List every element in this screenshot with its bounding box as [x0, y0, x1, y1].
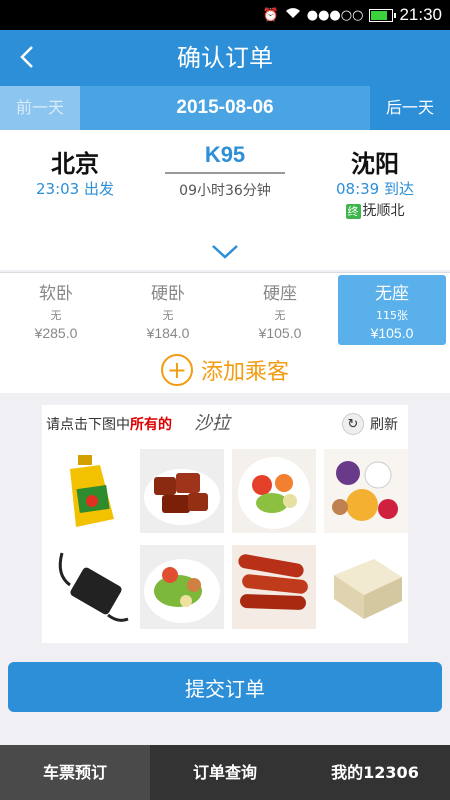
seat-price: ¥184.0: [146, 325, 190, 341]
captcha-image-power-adapter[interactable]: [48, 545, 132, 629]
alarm-icon: ⏰: [262, 7, 279, 23]
seat-name: 无座: [375, 284, 409, 304]
seat-option[interactable]: 硬卧 无 ¥184.0: [114, 275, 222, 345]
to-station: 沈阳: [351, 150, 399, 178]
title-bar: 确认订单: [0, 30, 450, 86]
travel-duration: 09小时36分钟: [179, 183, 271, 199]
date-bar: 前一天 2015-08-06 后一天: [0, 86, 450, 130]
captcha-prompt: 请点击下图中所有的: [46, 417, 172, 433]
captcha-panel: 请点击下图中所有的 沙拉 ↻ 刷新: [42, 405, 408, 643]
terminal-name: 抚顺北: [362, 203, 405, 219]
terminal-badge: 终: [345, 203, 361, 219]
clock: 21:30: [399, 5, 442, 24]
seat-types: 软卧 无 ¥285.0 硬卧 无 ¥184.0 硬座 无 ¥105.0 无座 1…: [0, 272, 450, 348]
captcha-image-fruit-dessert[interactable]: [324, 449, 408, 533]
seat-name: 硬卧: [151, 284, 185, 304]
captcha-header: 请点击下图中所有的 沙拉 ↻ 刷新: [42, 405, 408, 441]
captcha-image-oil-bottle[interactable]: [48, 449, 132, 533]
seat-availability: 115张: [376, 309, 408, 322]
battery-icon: [369, 8, 397, 22]
chevron-down-icon[interactable]: [210, 242, 240, 262]
from-station: 北京: [51, 150, 99, 178]
plus-circle-icon: +: [160, 354, 193, 386]
seat-price: ¥285.0: [34, 325, 78, 341]
seat-availability: 无: [274, 309, 286, 322]
refresh-icon: ↻: [342, 413, 364, 435]
train-number: K95: [204, 142, 246, 167]
tab-order-query[interactable]: 订单查询: [150, 745, 300, 800]
seat-name: 软卧: [39, 284, 73, 304]
arrive-time: 08:39 到达: [336, 180, 414, 198]
seat-availability: 无: [50, 309, 62, 322]
wifi-icon: [285, 7, 301, 23]
captcha-image-grid: [46, 445, 408, 641]
bottom-tab-bar: 车票预订 订单查询 我的12306: [0, 745, 450, 800]
captcha-target-word: 沙拉: [194, 413, 230, 434]
captcha-image-braised-pork[interactable]: [140, 449, 224, 533]
captcha-image-sausages[interactable]: [232, 545, 316, 629]
captcha-image-salad-bowl[interactable]: [232, 449, 316, 533]
seat-option[interactable]: 硬座 无 ¥105.0: [226, 275, 334, 345]
prev-day-button[interactable]: 前一天: [0, 86, 80, 130]
seat-name: 硬座: [263, 284, 297, 304]
status-bar: ⏰ ●●●○○ 21:30: [0, 0, 450, 30]
refresh-label: 刷新: [370, 417, 398, 433]
add-passenger-button[interactable]: + 添加乘客: [0, 347, 450, 393]
seat-option-selected[interactable]: 无座 115张 ¥105.0: [338, 275, 446, 345]
captcha-image-tofu[interactable]: [324, 545, 408, 629]
seat-availability: 无: [162, 309, 174, 322]
captcha-image-salad-plate[interactable]: [140, 545, 224, 629]
captcha-refresh-button[interactable]: ↻ 刷新: [342, 413, 398, 435]
seat-price: ¥105.0: [258, 325, 302, 341]
next-day-button[interactable]: 后一天: [370, 86, 450, 130]
tab-my-12306[interactable]: 我的12306: [300, 745, 450, 800]
add-passenger-label: 添加乘客: [200, 360, 289, 385]
tab-ticket-booking[interactable]: 车票预订: [0, 745, 150, 800]
route-line: [165, 172, 285, 174]
seat-option[interactable]: 软卧 无 ¥285.0: [2, 275, 110, 345]
signal-icon: ●●●○○: [306, 7, 364, 23]
train-info: 北京 23:03 出发 K95 09小时36分钟 沈阳 08:39 到达 终抚顺…: [0, 130, 450, 270]
page-title: 确认订单: [177, 44, 273, 72]
depart-time: 23:03 出发: [36, 180, 114, 198]
submit-order-button[interactable]: 提交订单: [8, 662, 442, 712]
seat-price: ¥105.0: [370, 325, 414, 341]
terminal-station: 终抚顺北: [300, 200, 450, 220]
travel-date[interactable]: 2015-08-06: [80, 86, 370, 130]
